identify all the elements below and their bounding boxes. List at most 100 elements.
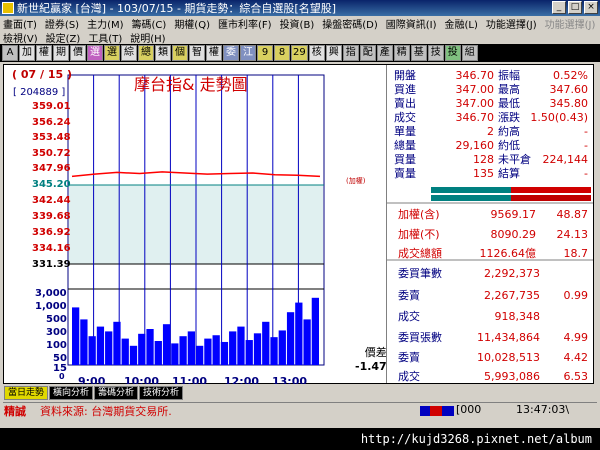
toolbar-button-25[interactable]: 技 [427, 45, 444, 61]
toolbar-button-5[interactable]: 選 [87, 45, 103, 61]
toolbar-button-7[interactable]: 綜 [121, 45, 137, 61]
order-value-ask-count: 2,267,735 [484, 289, 540, 302]
toolbar-button-1[interactable]: 加 [19, 45, 35, 61]
quote-value-ask-volume: 135 [473, 167, 494, 180]
volume-tick-label: 1,000 [35, 301, 67, 312]
menu-forex-rates[interactable]: 匯市利率(F) [215, 16, 277, 31]
menu-investment[interactable]: 投資(B) [277, 16, 320, 31]
tab-intraday[interactable]: 當日走勢 [4, 386, 49, 400]
volume-bar [237, 326, 245, 365]
toolbar-button-23[interactable]: 精 [393, 45, 410, 61]
index-value-without-financials: 8090.29 [490, 228, 537, 241]
index-change-without-financials: 24.13 [556, 228, 589, 241]
menu-trading-code[interactable]: 操盤密碼(D) [319, 16, 383, 31]
toolbar-button-20[interactable]: 指 [342, 45, 359, 61]
volume-bar-red [511, 195, 591, 201]
price-tick-label: 353.48 [32, 132, 71, 143]
price-tick-label: 345.20 [32, 179, 71, 190]
quote-label-change: 漲跌 [498, 111, 520, 124]
toolbar-button-16[interactable]: 8 [274, 45, 290, 61]
volume-bar [105, 331, 113, 365]
connection-indicator [420, 406, 454, 416]
maximize-button[interactable]: □ [568, 1, 582, 14]
toolbar-button-2[interactable]: 權 [36, 45, 52, 61]
menu-view[interactable]: 檢視(V) [0, 30, 43, 45]
toolbar-button-8[interactable]: 總 [138, 45, 154, 61]
order-value-trade-count: 918,348 [494, 310, 541, 323]
menu-settings[interactable]: 設定(Z) [43, 30, 86, 45]
menu-tools[interactable]: 工具(T) [85, 30, 127, 45]
toolbar-button-12[interactable]: 權 [206, 45, 222, 61]
window-title: 新世紀贏家 [台灣] - 103/07/15 - 期貨走勢：綜合自選股[名望股] [17, 2, 336, 15]
volume-bar [278, 330, 286, 365]
toolbar-button-26[interactable]: 投 [444, 45, 461, 61]
index-value-with-financials: 9569.17 [490, 208, 537, 221]
toolbar-button-19[interactable]: 興 [325, 45, 342, 61]
order-label-ask-lots: 委賣 [398, 351, 420, 364]
quote-panel: 開盤 買進 賣出 成交 單量 總量 買量 賣量 346.70 347.00 34… [386, 65, 593, 383]
vendor-badge: 精誠 [4, 405, 26, 418]
quote-value-low: 345.80 [549, 97, 589, 110]
status-code: [000 [456, 403, 482, 416]
volume-bar [212, 335, 220, 365]
tab-technical-analysis[interactable]: 技術分析 [139, 386, 184, 400]
chart-code: [ 204889 ] [13, 87, 66, 98]
price-tick-label: 347.96 [32, 163, 71, 174]
quote-label-tick-volume: 單量 [394, 125, 416, 138]
menu-function-select[interactable]: 功能選擇(J) [483, 16, 542, 31]
toolbar-button-6[interactable]: 選 [104, 45, 120, 61]
tab-chip-analysis[interactable]: 籌碼分析 [94, 386, 139, 400]
toolbar-button-27[interactable]: 組 [461, 45, 478, 61]
chart-date: ( 07 / 15 ) [12, 68, 73, 81]
volume-bar [262, 321, 270, 365]
quote-value-change: 1.50(0.43) [530, 111, 588, 124]
volume-bar [121, 338, 129, 365]
quote-value-approx-high: - [584, 125, 588, 138]
toolbar-button-17[interactable]: 29 [291, 45, 308, 61]
tab-horizontal-analysis[interactable]: 橫向分析 [49, 386, 94, 400]
menu-bar-second: 檢視(V) 設定(Z) 工具(T) 說明(H) [0, 30, 600, 45]
volume-bar [245, 340, 253, 365]
toolbar-button-22[interactable]: 產 [376, 45, 393, 61]
toolbar-button-9[interactable]: 類 [155, 45, 171, 61]
toolbar-button-a[interactable]: A [2, 45, 18, 61]
toolbar-button-3[interactable]: 期 [53, 45, 69, 61]
toolbar-button-13[interactable]: 委 [223, 45, 239, 61]
quote-label-amplitude: 振幅 [498, 69, 520, 82]
minimize-button[interactable]: _ [552, 1, 566, 14]
quote-value-bid-volume: 128 [473, 153, 494, 166]
status-clock: 13:47:03\ [516, 403, 570, 416]
volume-bar [138, 333, 146, 365]
toolbar-button-11[interactable]: 智 [189, 45, 205, 61]
toolbar-button-14[interactable]: 江 [240, 45, 256, 61]
order-change-trade-count [546, 310, 588, 324]
menu-help[interactable]: 說明(H) [127, 30, 170, 45]
toolbar-button-24[interactable]: 基 [410, 45, 427, 61]
order-change-trade-lots: 6.53 [563, 370, 589, 383]
data-source-text: 資料來源: 台灣期貨交易所. [40, 405, 172, 418]
quote-label-high: 最高 [498, 83, 520, 96]
volume-bar [311, 297, 319, 365]
price-tick-label: 331.39 [32, 259, 71, 270]
quote-label-approx-low: 約低 [498, 139, 520, 152]
spread-value: -1.47 [355, 360, 387, 373]
order-value-ask-lots: 10,028,513 [477, 351, 540, 364]
menu-futures-options[interactable]: 期權(Q) [171, 16, 215, 31]
order-label-trade-count: 成交 [398, 310, 420, 323]
order-change-ask-lots: 4.42 [563, 351, 589, 364]
close-button[interactable]: × [584, 1, 598, 14]
toolbar-button-10[interactable]: 個 [172, 45, 188, 61]
connection-indicator-red [430, 406, 442, 416]
index-marker-label: (加權) [346, 177, 366, 185]
toolbar-button-21[interactable]: 配 [359, 45, 376, 61]
toolbar-button-18[interactable]: 核 [308, 45, 325, 61]
quote-value-bid: 347.00 [455, 83, 495, 96]
toolbar-button-15[interactable]: 9 [257, 45, 273, 61]
price-tick-label: 356.24 [32, 117, 71, 128]
menu-finance[interactable]: 金融(L) [442, 16, 483, 31]
volume-tick-label: 100 [46, 340, 67, 351]
toolbar-button-4[interactable]: 價 [70, 45, 86, 61]
spread-box: 價差 -1.47 [355, 344, 387, 373]
bid-ask-bar-red [511, 187, 591, 193]
menu-international[interactable]: 國際資訊(I) [383, 16, 442, 31]
